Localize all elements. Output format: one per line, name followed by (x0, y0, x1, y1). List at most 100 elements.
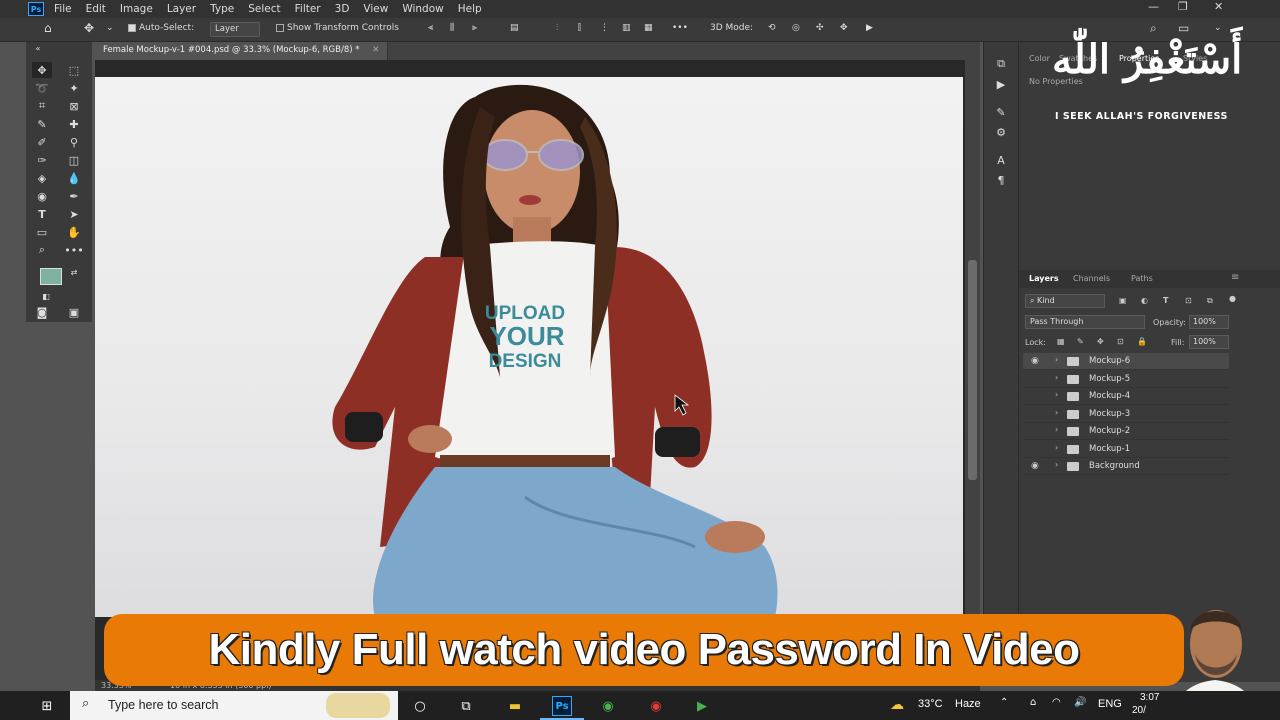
healing-brush-icon[interactable]: ✚ (64, 116, 84, 132)
menu-edit[interactable]: Edit (86, 3, 106, 15)
lock-artboard-icon[interactable]: ⊡ (1117, 337, 1124, 346)
visibility-eye-icon[interactable] (1031, 391, 1041, 401)
screen-mode-icon[interactable]: ▣ (64, 304, 84, 320)
visibility-eye-icon[interactable] (1031, 409, 1041, 419)
panel-menu-icon[interactable]: ≡ (1231, 272, 1239, 283)
expand-caret-icon[interactable]: › (1055, 408, 1058, 417)
auto-select-dropdown[interactable]: Layer (210, 22, 260, 37)
layer-row[interactable]: › Mockup-2 (1023, 423, 1229, 440)
expand-caret-icon[interactable]: › (1055, 460, 1058, 469)
lock-position-icon[interactable]: ✥ (1097, 337, 1104, 346)
more-tools-icon[interactable]: ••• (64, 242, 84, 258)
network-icon[interactable]: ⌂ (1030, 697, 1036, 708)
filter-adjustment-icon[interactable]: ◐ (1141, 296, 1148, 305)
distribute-icon[interactable]: ⫶ (556, 23, 558, 33)
restore-icon[interactable]: ❐ (1178, 0, 1188, 13)
visibility-eye-icon[interactable]: ◉ (1031, 356, 1041, 366)
dodge-tool-icon[interactable]: ◉ (32, 188, 52, 204)
taskbar-search-box[interactable]: ⌕ Type here to search (70, 691, 398, 720)
workspace-icon[interactable]: ▭ (1178, 21, 1189, 35)
layer-row[interactable]: ◉ › Mockup-6 (1023, 353, 1229, 370)
3d-scale-icon[interactable]: ▶ (866, 23, 873, 33)
tab-color[interactable]: Color (1029, 54, 1050, 63)
default-colors-icon[interactable]: ◧ (36, 288, 56, 304)
opacity-input[interactable]: 100% (1189, 315, 1229, 329)
layer-row[interactable]: › Mockup-3 (1023, 406, 1229, 423)
layer-filter-dropdown[interactable]: ⌕ Kind (1025, 294, 1105, 308)
chevron-down-icon[interactable]: ⌄ (106, 23, 114, 33)
swap-colors-icon[interactable]: ⇄ (64, 264, 84, 280)
history-panel-icon[interactable]: ⧉ (991, 56, 1011, 72)
crop-tool-icon[interactable]: ⌗ (32, 98, 52, 114)
wifi-icon[interactable]: ◠ (1052, 697, 1061, 708)
foreground-color-swatch[interactable] (40, 268, 62, 285)
layer-row[interactable]: › Mockup-5 (1023, 371, 1229, 388)
history-brush-icon[interactable]: ✑ (32, 152, 52, 168)
menu-image[interactable]: Image (120, 3, 153, 15)
expand-caret-icon[interactable]: › (1055, 425, 1058, 434)
distribute-right-icon[interactable]: ▦ (644, 23, 653, 33)
magic-wand-icon[interactable]: ✦ (64, 80, 84, 96)
lock-pixels-icon[interactable]: ✎ (1077, 337, 1084, 346)
fill-input[interactable]: 100% (1189, 335, 1229, 349)
menu-help[interactable]: Help (458, 3, 482, 15)
3d-roll-icon[interactable]: ◎ (792, 23, 800, 33)
canvas-area[interactable]: UPLOAD YOUR DESIGN (95, 60, 965, 680)
marquee-tool-icon[interactable]: ⬚ (64, 62, 84, 78)
tab-paths[interactable]: Paths (1131, 274, 1153, 283)
menu-type[interactable]: Type (210, 3, 234, 15)
language-indicator[interactable]: ENG (1098, 698, 1122, 710)
collapse-icon[interactable]: « (28, 40, 48, 56)
visibility-eye-icon[interactable] (1031, 444, 1041, 454)
expand-caret-icon[interactable]: › (1055, 390, 1058, 399)
3d-pan-icon[interactable]: ✣ (816, 23, 824, 33)
menu-view[interactable]: View (363, 3, 388, 15)
workspace-chevron-icon[interactable]: ⌄ (1214, 23, 1222, 33)
photoshop-logo-icon[interactable]: Ps (28, 2, 44, 16)
lock-all-icon[interactable]: 🔒 (1137, 337, 1147, 346)
filter-toggle-icon[interactable]: ● (1229, 294, 1236, 303)
align-right-icon[interactable]: ⫸ (472, 23, 477, 33)
menu-3d[interactable]: 3D (335, 3, 350, 15)
scrollbar-thumb[interactable] (968, 260, 977, 480)
actions-panel-icon[interactable]: ▶ (991, 76, 1011, 92)
align-center-icon[interactable]: ⫼ (450, 23, 454, 33)
filter-smart-object-icon[interactable]: ⧉ (1207, 296, 1213, 306)
weather-icon[interactable]: ☁ (890, 697, 904, 713)
expand-caret-icon[interactable]: › (1055, 373, 1058, 382)
tray-chevron-icon[interactable]: ⌃ (1000, 697, 1008, 708)
layer-row[interactable]: › Mockup-4 (1023, 388, 1229, 405)
weather-temp[interactable]: 33°C (918, 698, 943, 710)
type-tool-icon[interactable]: T (32, 206, 52, 222)
visibility-eye-icon[interactable] (1031, 426, 1041, 436)
filter-type-icon[interactable]: T (1163, 296, 1168, 305)
tab-layers[interactable]: Layers (1029, 274, 1059, 283)
visibility-eye-icon[interactable]: ◉ (1031, 461, 1041, 471)
menu-layer[interactable]: Layer (167, 3, 196, 15)
paragraph-panel-icon[interactable]: ¶ (991, 172, 1011, 188)
move-tool-icon[interactable]: ✥ (32, 62, 52, 78)
cortana-icon[interactable]: ○ (410, 696, 430, 716)
menu-window[interactable]: Window (402, 3, 443, 15)
visibility-eye-icon[interactable] (1031, 374, 1041, 384)
lock-transparent-icon[interactable]: ▦ (1057, 337, 1065, 346)
photoshop-taskbar-icon[interactable]: Ps (552, 696, 572, 716)
task-view-icon[interactable]: ⧉ (456, 696, 476, 716)
weather-desc[interactable]: Haze (955, 698, 981, 710)
volume-icon[interactable]: 🔊 (1074, 697, 1086, 708)
eyedropper-icon[interactable]: ✎ (32, 116, 52, 132)
vertical-scrollbar[interactable] (965, 60, 980, 680)
chrome-profile-icon[interactable]: ◉ (646, 696, 666, 716)
show-transform-checkbox[interactable]: Show Transform Controls (276, 23, 399, 33)
move-tool-icon[interactable]: ✥ (84, 21, 94, 35)
file-explorer-icon[interactable]: ▬ (505, 696, 525, 716)
align-left-icon[interactable]: ⫷ (428, 23, 433, 33)
path-select-icon[interactable]: ➤ (64, 206, 84, 222)
filter-pixel-icon[interactable]: ▣ (1119, 296, 1127, 305)
expand-caret-icon[interactable]: › (1055, 355, 1058, 364)
layer-row[interactable]: ◉ › Background (1023, 458, 1229, 475)
minimize-icon[interactable]: — (1148, 0, 1159, 13)
media-app-icon[interactable]: ▶ (692, 696, 712, 716)
clock-date[interactable]: 20/ (1132, 705, 1146, 716)
character-panel-icon[interactable]: A (991, 152, 1011, 168)
